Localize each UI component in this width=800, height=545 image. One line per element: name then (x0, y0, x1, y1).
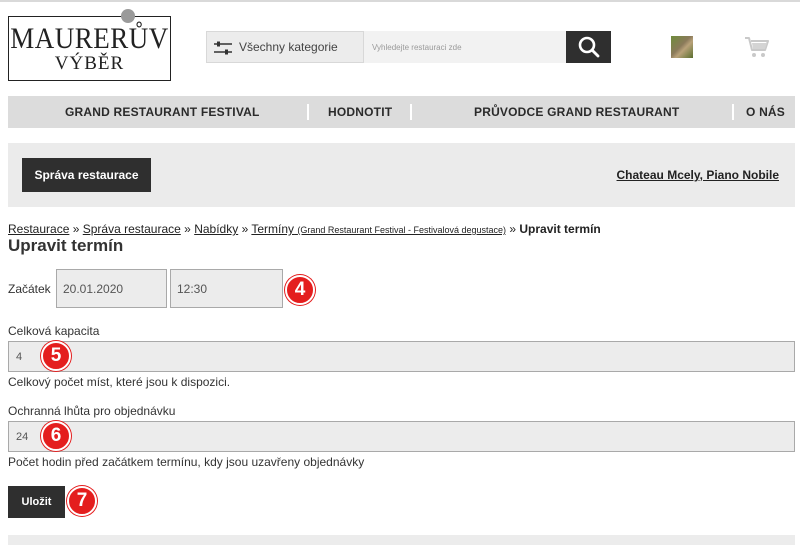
breadcrumb-restaurace[interactable]: Restaurace (8, 222, 69, 236)
filter-sliders-icon (214, 41, 232, 55)
breadcrumb-separator: » (509, 222, 517, 236)
breadcrumb-current: Upravit termín (519, 222, 601, 236)
user-avatar[interactable] (671, 36, 693, 58)
breadcrumb-terminy[interactable]: Termíny (Grand Restaurant Festival - Fes… (251, 222, 506, 236)
breadcrumb-nabidky[interactable]: Nabídky (194, 222, 238, 236)
page-title: Upravit termín (8, 236, 124, 255)
nav-item-pruvodce[interactable]: PRŮVODCE GRAND RESTAURANT (474, 105, 679, 119)
nav-item-o-nas[interactable]: O NÁS (746, 105, 785, 119)
top-border (0, 0, 800, 2)
site-logo[interactable]: MAURERŮV VÝBĚR (8, 16, 171, 81)
breadcrumb-separator: » (72, 222, 80, 236)
footer-bar (8, 535, 795, 545)
save-button[interactable]: Uložit (8, 486, 65, 518)
annotation-badge-4: 4 (285, 275, 315, 305)
breadcrumb-sprava-restaurace[interactable]: Správa restaurace (83, 222, 181, 236)
nav-item-hodnotit[interactable]: HODNOTIT (328, 105, 392, 119)
breadcrumb: Restaurace » Správa restaurace » Nabídky… (8, 222, 601, 236)
annotation-badge-6: 6 (41, 421, 71, 451)
admin-bar: Správa restaurace Chateau Mcely, Piano N… (8, 143, 795, 207)
logo-dot-icon (121, 9, 135, 23)
category-select-label: Všechny kategorie (239, 40, 338, 54)
deadline-input[interactable] (8, 421, 795, 452)
capacity-label: Celková kapacita (8, 324, 100, 338)
category-select[interactable]: Všechny kategorie (206, 31, 364, 63)
search-icon (578, 36, 600, 58)
breadcrumb-separator: » (241, 222, 249, 236)
logo-line-2: VÝBĚR (54, 53, 125, 74)
breadcrumb-terminy-detail: (Grand Restaurant Festival - Festivalová… (297, 225, 506, 235)
breadcrumb-terminy-label: Termíny (251, 222, 295, 236)
nav-item-grand-restaurant-festival[interactable]: GRAND RESTAURANT FESTIVAL (65, 105, 260, 119)
nav-divider (732, 104, 734, 120)
capacity-help-text: Celkový počet míst, které jsou k dispozi… (8, 375, 231, 389)
nav-divider (307, 104, 309, 120)
deadline-help-text: Počet hodin před začátkem termínu, kdy j… (8, 455, 365, 469)
deadline-label: Ochranná lhůta pro objednávku (8, 404, 176, 418)
start-date-input[interactable] (56, 269, 167, 308)
capacity-input[interactable] (8, 341, 795, 372)
start-time-input[interactable] (170, 269, 283, 308)
manage-restaurant-button[interactable]: Správa restaurace (22, 158, 151, 192)
main-nav: GRAND RESTAURANT FESTIVAL HODNOTIT PRŮVO… (8, 96, 795, 128)
start-label: Začátek (8, 282, 51, 296)
nav-divider (410, 104, 412, 120)
annotation-badge-7: 7 (67, 486, 97, 516)
logo-line-1: MAURERŮV (10, 21, 169, 55)
cart-icon[interactable] (744, 35, 770, 59)
annotation-badge-5: 5 (41, 341, 71, 371)
search-button[interactable] (566, 31, 611, 63)
breadcrumb-separator: » (184, 222, 191, 236)
search-input[interactable] (364, 31, 566, 63)
restaurant-name-link[interactable]: Chateau Mcely, Piano Nobile (617, 168, 779, 182)
